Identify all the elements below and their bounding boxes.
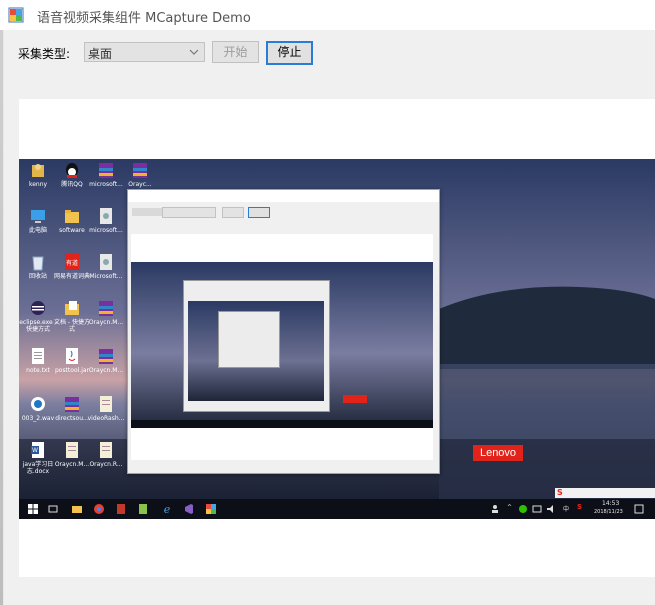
text-file-icon: [32, 348, 44, 364]
desktop-icon-recycle-bin[interactable]: 回收站: [19, 253, 57, 280]
lenovo-badge: Lenovo: [473, 445, 523, 461]
wechat-tray-icon[interactable]: [517, 503, 529, 515]
desktop-icon-microsoft-1[interactable]: microsoft...: [87, 161, 125, 188]
desktop-icon-oraycn-4[interactable]: Oraycn.R...: [87, 441, 125, 468]
stop-button[interactable]: 停止: [266, 41, 313, 65]
folder-icon: [65, 301, 79, 315]
capture-type-value: 桌面: [88, 47, 113, 61]
sogou-ime-icon[interactable]: S: [577, 503, 582, 511]
desktop-icon-documents[interactable]: 文档 - 快捷方式: [53, 299, 91, 333]
app-red-icon[interactable]: [115, 503, 127, 515]
ie-icon[interactable]: e: [161, 503, 173, 515]
document-icon: [100, 396, 112, 412]
archive-icon: [99, 301, 113, 316]
desktop-icon-oraycn-3[interactable]: Oraycn.M...: [53, 441, 91, 468]
desktop-icon-youdao[interactable]: 有道 网易有道词典: [53, 253, 91, 280]
capture-type-label: 采集类型:: [18, 47, 71, 61]
speaker-tray-icon[interactable]: [545, 503, 557, 515]
network-tray-icon[interactable]: [531, 503, 543, 515]
svg-text:W: W: [32, 447, 38, 454]
window-title: 语音视频采集组件 MCapture Demo: [37, 11, 251, 26]
file-explorer-icon[interactable]: [71, 503, 83, 515]
desktop-icon-qq[interactable]: 腾讯QQ: [53, 161, 91, 188]
svg-text:e: e: [164, 503, 171, 515]
desktop-icon-note[interactable]: note.txt: [19, 347, 57, 374]
word-icon: W: [31, 442, 44, 458]
desktop-icon-microsoft-3[interactable]: Microsoft...: [87, 253, 125, 280]
window-left-edge: [0, 30, 4, 605]
desktop-icon-kenny[interactable]: kenny: [19, 161, 57, 188]
preview-panel: kenny 腾讯QQ microsoft... Orayc... 此电脑 sof…: [19, 99, 655, 577]
folder-icon: [65, 210, 79, 223]
computer-icon: [31, 210, 45, 223]
archive-icon: [99, 349, 113, 364]
desktop-icon-oraycn-2[interactable]: Oraycn.M...: [87, 347, 125, 374]
qq-icon: [66, 163, 78, 178]
desktop-icon-java-docx[interactable]: W java学习日志.docx: [19, 441, 57, 475]
ime-toolbar: S: [555, 488, 655, 498]
nested-capture-window: [127, 189, 440, 474]
desktop-icon-software[interactable]: software: [53, 207, 91, 234]
desktop-icon-directsou[interactable]: directsou...: [53, 395, 91, 422]
capture-type-select[interactable]: 桌面: [84, 42, 205, 62]
desktop-icon-orayc[interactable]: Orayc...: [121, 161, 159, 188]
chrome-icon[interactable]: [93, 503, 105, 515]
ime-language-indicator[interactable]: 中: [563, 504, 569, 513]
java-icon: [66, 348, 78, 364]
tray-chevron-up-icon[interactable]: ^: [507, 504, 512, 511]
nested-lenovo-badge: [343, 395, 367, 403]
user-folder-icon: [32, 164, 44, 177]
desktop-icon-posttool[interactable]: posttool.jar: [53, 347, 91, 374]
file-icon: [100, 254, 112, 270]
mcapture-app-icon[interactable]: [205, 503, 217, 515]
taskbar: e ^ 中 S 14:53 2018/11/23: [19, 499, 655, 519]
notepad-icon[interactable]: [137, 503, 149, 515]
archive-icon: [133, 163, 147, 178]
desktop-icon-wav[interactable]: 003_2.wav: [19, 395, 57, 422]
desktop-icon-oraycn-1[interactable]: Oraycn.M...: [87, 299, 125, 326]
tray-time[interactable]: 14:53: [602, 500, 619, 507]
people-icon[interactable]: [489, 503, 501, 515]
visual-studio-icon[interactable]: [183, 503, 195, 515]
desktop-icon-this-pc[interactable]: 此电脑: [19, 207, 57, 234]
eclipse-icon: [31, 301, 45, 315]
file-icon: [100, 208, 112, 224]
windows-start-icon[interactable]: [27, 503, 39, 515]
nested-title-bar: [128, 190, 439, 202]
recycle-bin-icon: [32, 256, 44, 271]
captured-desktop-image: kenny 腾讯QQ microsoft... Orayc... 此电脑 sof…: [19, 159, 655, 519]
tray-date[interactable]: 2018/11/23: [594, 509, 623, 515]
audio-file-icon: [31, 397, 45, 411]
task-view-icon[interactable]: [47, 503, 59, 515]
ime-logo: S: [557, 488, 563, 497]
archive-icon: [65, 397, 79, 412]
svg-text:有道: 有道: [66, 259, 78, 267]
youdao-icon: 有道: [65, 254, 79, 270]
chevron-down-icon[interactable]: [188, 44, 200, 60]
desktop-icon-eclipse[interactable]: eclipse.exe - 快捷方式: [19, 299, 57, 333]
start-button[interactable]: 开始: [212, 41, 259, 63]
document-icon: [66, 442, 78, 458]
title-bar: 语音视频采集组件 MCapture Demo: [0, 0, 655, 30]
notification-icon[interactable]: [633, 503, 645, 515]
desktop-icon-videorash[interactable]: videoRash...: [87, 395, 125, 422]
document-icon: [100, 442, 112, 458]
desktop-icon-microsoft-2[interactable]: microsoft...: [87, 207, 125, 234]
archive-icon: [99, 163, 113, 178]
app-window-icon: [8, 7, 24, 23]
